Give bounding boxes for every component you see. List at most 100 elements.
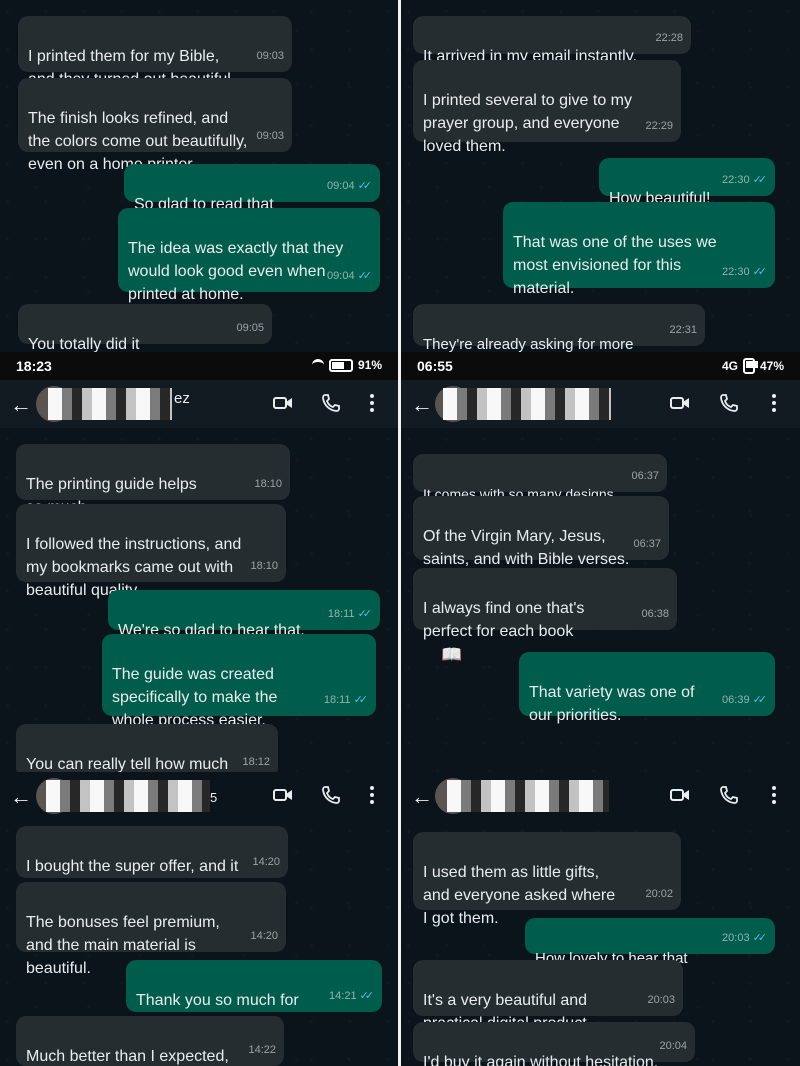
battery-level: 91% — [357, 358, 382, 372]
message-bubble: So glad to read that 🙏 09:04✓✓ — [124, 164, 380, 237]
message-text: Of the Virgin Mary, Jesus, saints, and w… — [423, 528, 630, 568]
more-vertical-icon[interactable] — [364, 392, 380, 414]
contact-name-suffix: ez — [174, 390, 190, 407]
message-time: 22:28 — [655, 32, 683, 44]
message-time: 06:37 — [633, 538, 661, 550]
video-camera-icon[interactable] — [669, 392, 691, 414]
message-text: I always find one that's perfect for eac… — [423, 600, 585, 640]
contact-name-redacted[interactable] — [46, 780, 210, 812]
chat-panel-top-right: It arrived in my email instantly. 22:28 … — [401, 0, 800, 352]
status-bar: 06:55 4G 47% — [401, 352, 800, 380]
message-bubble: How lovely to hear that 🙏 20:03✓✓ — [525, 918, 775, 991]
phone-icon[interactable] — [718, 392, 740, 414]
message-time: 06:37 — [631, 470, 659, 482]
message-text: I'd buy it again without hesitation. — [423, 1054, 659, 1066]
message-bubble: The bonuses feel premium, and the main m… — [16, 882, 286, 977]
double-check-icon: ✓✓ — [359, 990, 375, 1002]
message-time: 14:22 — [248, 1044, 276, 1056]
message-time: 06:39 — [722, 694, 750, 706]
chat-panel-bottom-right: I used them as little gifts, and everyon… — [401, 820, 800, 1066]
video-camera-icon[interactable] — [272, 392, 294, 414]
phone-icon[interactable] — [320, 784, 342, 806]
status-time: 18:23 — [16, 358, 52, 374]
double-check-icon: ✓✓ — [357, 270, 373, 282]
double-check-icon: ✓✓ — [357, 608, 373, 620]
message-bubble: That variety was one of our priorities. … — [519, 652, 775, 724]
chat-panel-top-left: I printed them for my Bible, and they tu… — [0, 0, 398, 352]
arrow-left-icon[interactable]: ← — [10, 784, 32, 810]
contact-name-redacted[interactable] — [48, 388, 172, 420]
message-bubble: I'd buy it again without hesitation. 20:… — [413, 1022, 695, 1066]
more-vertical-icon[interactable] — [766, 784, 782, 806]
message-time: 22:30 — [722, 266, 750, 278]
message-time: 22:30 — [722, 174, 750, 186]
more-vertical-icon[interactable] — [766, 392, 782, 414]
double-check-icon: ✓✓ — [752, 174, 768, 186]
message-time: 09:03 — [256, 50, 284, 62]
message-time: 09:04 — [327, 180, 355, 192]
message-time: 09:04 — [327, 270, 355, 282]
battery-icon — [742, 358, 758, 374]
message-bubble: I always find one that's perfect for eac… — [413, 568, 677, 664]
message-bubble: The idea was exactly that they would loo… — [118, 208, 380, 303]
message-text: That variety was one of our priorities. — [529, 684, 695, 724]
message-bubble: How beautiful! 22:30 ✓✓ — [599, 158, 775, 207]
message-bubble: I printed several to give to my prayer g… — [413, 60, 681, 155]
message-time: 18:10 — [250, 560, 278, 572]
arrow-left-icon[interactable]: ← — [411, 784, 433, 810]
message-time: 18:12 — [242, 756, 270, 768]
message-bubble: I printed them for my Bible, and they tu… — [18, 16, 292, 88]
message-bubble: It comes with so many designs. 06:37 — [413, 454, 667, 502]
message-time: 18:10 — [254, 478, 282, 490]
message-bubble: I bought the super offer, and it was tot… — [16, 826, 288, 898]
message-text: The guide was created specifically to ma… — [112, 666, 278, 729]
message-bubble: Much better than I expected, honestly. 1… — [16, 1016, 284, 1066]
collage: I printed them for my Bible, and they tu… — [0, 0, 800, 1066]
message-bubble: You can really tell how much care you pu… — [16, 724, 278, 778]
double-check-icon: ✓✓ — [353, 694, 369, 706]
message-time: 14:20 — [252, 856, 280, 868]
chat-header: ← 5 — [0, 772, 398, 820]
message-bubble: The printing guide helps so much. 18:10 — [16, 444, 290, 516]
message-bubble: The guide was created specifically to ma… — [102, 634, 376, 729]
status-bar: 18:23 91% — [0, 352, 398, 380]
message-time: 09:05 — [236, 322, 264, 334]
wifi-icon — [311, 359, 324, 371]
arrow-left-icon[interactable]: ← — [411, 392, 433, 418]
message-time: 18:11 — [323, 694, 351, 706]
message-time: 20:02 — [645, 888, 673, 900]
message-text: They're already asking for more — [423, 336, 634, 352]
message-bubble: I followed the instructions, and my book… — [16, 504, 286, 599]
message-time: 20:03 — [647, 994, 675, 1006]
battery-icon — [328, 358, 353, 372]
phone-icon[interactable] — [320, 392, 342, 414]
message-time: 14:20 — [250, 930, 278, 942]
arrow-left-icon[interactable]: ← — [10, 392, 32, 418]
message-bubble: It's a very beautiful and practical digi… — [413, 960, 683, 1032]
message-time: 20:03 — [722, 932, 750, 944]
message-time: 06:38 — [641, 608, 669, 620]
video-camera-icon[interactable] — [272, 784, 294, 806]
message-bubble: The finish looks refined, and the colors… — [18, 78, 292, 173]
message-bubble: It arrived in my email instantly. 22:28 — [413, 16, 691, 65]
message-text: I printed several to give to my prayer g… — [423, 92, 632, 155]
double-check-icon: ✓✓ — [752, 266, 768, 278]
phone-icon[interactable] — [718, 784, 740, 806]
contact-name-redacted[interactable] — [443, 388, 611, 420]
contact-name-suffix: 5 — [210, 790, 218, 805]
message-time: 22:31 — [669, 324, 697, 336]
message-time: 09:03 — [256, 130, 284, 142]
message-time: 18:11 — [327, 608, 355, 620]
video-camera-icon[interactable] — [669, 784, 691, 806]
message-bubble: You totally did it ❤️ 09:05 — [18, 304, 272, 352]
collage-divider — [398, 0, 401, 1066]
chat-panel-bottom-left: I bought the super offer, and it was tot… — [0, 820, 398, 1066]
message-bubble: They're already asking for more 😂 22:31 — [413, 304, 705, 352]
message-bubble: That was one of the uses we most envisio… — [503, 202, 775, 297]
message-bubble: Thank you so much for trusting us ❤️ 14:… — [126, 960, 382, 1056]
message-text: You totally did it — [28, 336, 140, 352]
more-vertical-icon[interactable] — [364, 784, 380, 806]
contact-name-redacted[interactable] — [447, 780, 609, 812]
network-type: 4G — [721, 359, 738, 373]
message-bubble: I used them as little gifts, and everyon… — [413, 832, 681, 927]
